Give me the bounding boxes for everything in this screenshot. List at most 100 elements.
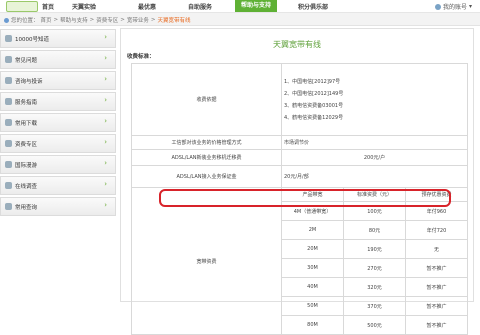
breadcrumb-item[interactable]: 帮助与支持 [60, 16, 88, 24]
chevron-right-icon: › [104, 201, 107, 209]
sidebar-item-downloads[interactable]: 常用下载 › [0, 113, 116, 132]
standard-price-cell: 270元 [343, 258, 406, 278]
logo[interactable] [6, 1, 38, 12]
basis-list: 1、中国电信[2012]97号 2、中国电信[2012]149号 3、鹤电信资费… [281, 63, 468, 136]
section-subtitle: 收费标准： [127, 54, 155, 60]
chevron-right-icon: › [104, 75, 107, 83]
table-row: 工信部对该业务的价格管理方式 市场调节价 [131, 135, 468, 150]
sidebar-item-roaming[interactable]: 国际漫游 › [0, 155, 116, 174]
nav-help-support[interactable]: 帮助与支持 [235, 0, 278, 12]
chevron-right-icon: › [104, 180, 107, 188]
row-label: 工信部对该业务的价格管理方式 [131, 135, 282, 150]
basis-item: 1、中国电信[2012]97号 [284, 78, 341, 85]
download-icon [5, 119, 12, 126]
standard-price-cell: 320元 [343, 277, 406, 297]
chevron-right-icon: › [104, 159, 107, 167]
sidebar-item-query[interactable]: 常用查询 › [0, 197, 116, 216]
bandwidth-cell: 30M [281, 258, 344, 278]
question-icon [5, 56, 12, 63]
price-icon [5, 140, 12, 147]
row-value: 200元/户 [281, 149, 468, 166]
sidebar-item-survey[interactable]: 在线调查 › [0, 176, 116, 195]
sidebar-item-label: 服务指南 [15, 99, 38, 106]
prepay-price-cell: 无 [405, 239, 468, 259]
globe-icon [5, 161, 12, 168]
red-highlight-annotation [159, 189, 451, 207]
survey-icon [5, 182, 12, 189]
bandwidth-cell: 20M [281, 239, 344, 259]
chevron-right-icon: › [104, 138, 107, 146]
nav-points-club[interactable]: 积分俱乐部 [298, 2, 328, 11]
price-label: 宽带资费 [131, 187, 282, 335]
bandwidth-cell: 40M [281, 277, 344, 297]
sidebar-item-faq[interactable]: 常见问题 › [0, 50, 116, 69]
breadcrumb-sep: > [89, 17, 95, 23]
prepay-price-cell: 暂不推广 [405, 258, 468, 278]
chevron-down-icon: ▾ [468, 3, 472, 10]
breadcrumb-current: 天翼宽带有线 [157, 18, 191, 24]
chevron-right-icon: › [104, 54, 107, 62]
main-content: 天翼宽带有线 收费标准： 收费依据 1、中国电信[2012]97号 2、中国电信… [120, 28, 474, 335]
breadcrumb-item[interactable]: 资费专区 [96, 16, 118, 24]
sidebar-item-label: 咨询与投诉 [15, 78, 43, 85]
breadcrumb-item[interactable]: 宽带业务 [127, 16, 149, 24]
account-label: 我的账号 [442, 4, 467, 11]
chevron-right-icon: › [104, 117, 107, 125]
prepay-price-cell: 暂不推广 [405, 296, 468, 316]
breadcrumb-sep: > [53, 17, 59, 23]
nav-home[interactable]: 首页 [42, 2, 54, 11]
row-value: 市场调节价 [281, 135, 468, 150]
bandwidth-cell: 2M [281, 220, 344, 240]
sidebar-item-label: 常见问题 [15, 57, 38, 64]
table-row: ADSL/LAN新装业务移机迁移费 200元/户 [131, 149, 468, 166]
chevron-right-icon: › [104, 33, 107, 41]
user-icon [434, 3, 441, 10]
location-icon [4, 17, 9, 23]
breadcrumb-sep: > [120, 17, 125, 23]
chevron-right-icon: › [104, 96, 107, 104]
breadcrumb-item[interactable]: 首页 [41, 16, 52, 24]
account-menu[interactable]: 我的账号 ▾ [434, 2, 472, 11]
sidebar-item-label: 国际漫游 [15, 162, 38, 169]
sidebar-item-label: 在线调查 [15, 183, 38, 190]
sidebar-item-10000-know[interactable]: 10000号知道 › [0, 29, 116, 48]
bandwidth-cell: 80M [281, 315, 344, 335]
nav-deals[interactable]: 最优惠 [138, 2, 156, 11]
basis-label: 收费依据 [131, 63, 282, 136]
sidebar-item-complaints[interactable]: 咨询与投诉 › [0, 71, 116, 90]
sidebar-item-pricing[interactable]: 资费专区 › [0, 134, 116, 153]
info-icon [5, 35, 12, 42]
basis-item: 2、中国电信[2012]149号 [284, 90, 344, 97]
top-nav: 首页 天翼实验 最优惠 自助服务 帮助与支持 积分俱乐部 我的账号 ▾ [0, 0, 480, 13]
nav-self-service[interactable]: 自助服务 [188, 2, 212, 11]
row-value: 20元/月/部 [281, 165, 468, 188]
breadcrumb-prefix: 您的位置： [11, 18, 39, 24]
search-icon [5, 203, 12, 210]
standard-price-cell: 500元 [343, 315, 406, 335]
page-title: 天翼宽带有线 [273, 40, 321, 49]
chat-icon [5, 77, 12, 84]
breadcrumb-sep: > [150, 17, 156, 23]
standard-price-cell: 80元 [343, 220, 406, 240]
sidebar-item-label: 常用下载 [15, 120, 38, 127]
sidebar-item-label: 资费专区 [15, 141, 38, 148]
bandwidth-cell: 50M [281, 296, 344, 316]
sidebar-item-guide[interactable]: 服务指南 › [0, 92, 116, 111]
table-row: 收费依据 1、中国电信[2012]97号 2、中国电信[2012]149号 3、… [131, 63, 468, 136]
standard-price-cell: 370元 [343, 296, 406, 316]
basis-item: 4、鹤电信资费备12029号 [284, 114, 344, 121]
table-row: ADSL/LAN接入业务保证金 20元/月/部 [131, 165, 468, 188]
sidebar-item-label: 10000号知道 [15, 36, 49, 43]
nav-tianyi[interactable]: 天翼实验 [72, 2, 96, 11]
guide-icon [5, 98, 12, 105]
row-label: ADSL/LAN接入业务保证金 [131, 165, 282, 188]
standard-price-cell: 190元 [343, 239, 406, 259]
breadcrumb: 您的位置： 首页 > 帮助与支持 > 资费专区 > 宽带业务 > 天翼宽带有线 [4, 16, 191, 24]
sidebar: 10000号知道 › 常见问题 › 咨询与投诉 › 服务指南 › 常用下载 › 资费专区 ›… [0, 29, 116, 218]
sidebar-item-label: 常用查询 [15, 204, 38, 211]
prepay-price-cell: 暂不推广 [405, 277, 468, 297]
row-label: ADSL/LAN新装业务移机迁移费 [131, 149, 282, 166]
basis-item: 3、鹤电信资费备03001号 [284, 102, 344, 109]
prepay-price-cell: 暂不推广 [405, 315, 468, 335]
prepay-price-cell: 年付720 [405, 220, 468, 240]
